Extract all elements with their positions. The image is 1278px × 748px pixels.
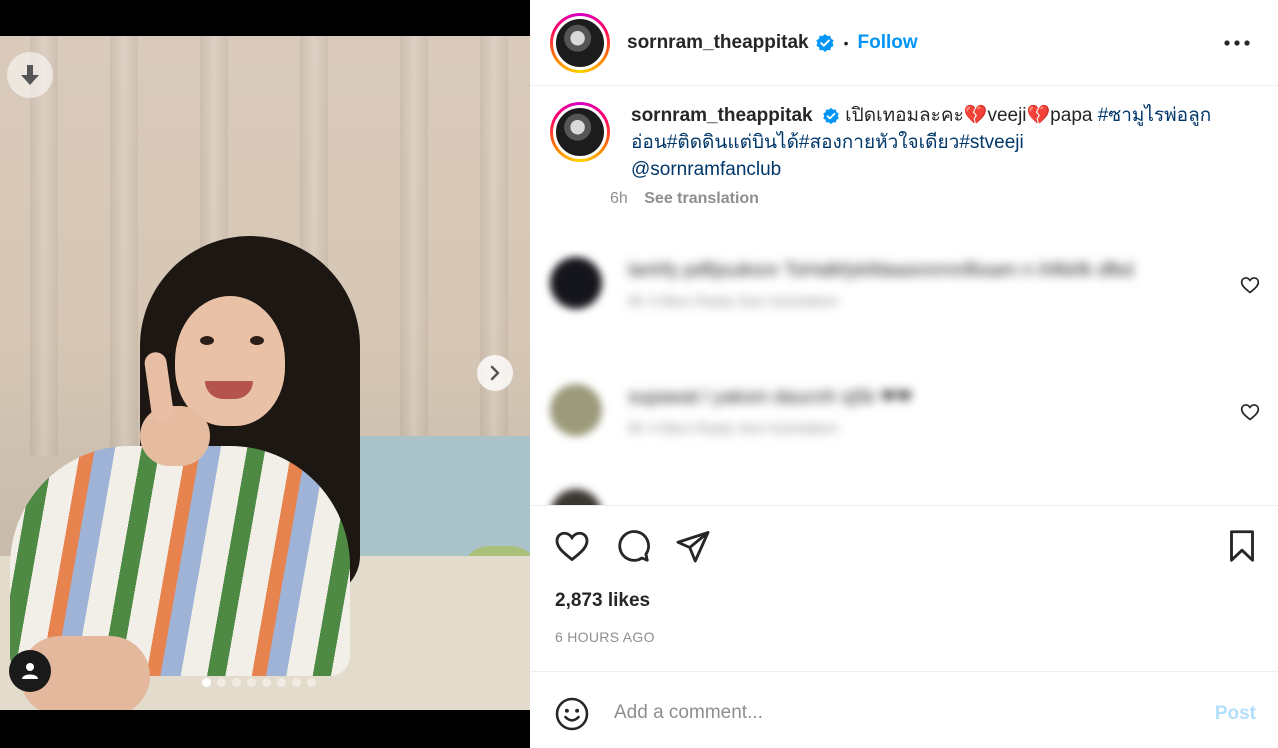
child-face <box>175 296 285 426</box>
carousel-dot <box>247 678 256 687</box>
separator-dot: • <box>843 34 849 51</box>
mention-link[interactable]: @sornramfanclub <box>631 159 781 180</box>
carousel-dot <box>202 678 211 687</box>
heart-icon[interactable] <box>1240 275 1260 295</box>
verified-badge-icon <box>815 33 835 53</box>
heart-icon[interactable] <box>1240 402 1260 422</box>
follow-button[interactable]: Follow <box>858 32 918 54</box>
download-icon <box>21 65 39 85</box>
carousel-dot <box>262 678 271 687</box>
heart-icon[interactable] <box>554 528 590 564</box>
comment-meta: 6h 3 likes Reply See translation <box>628 293 839 310</box>
chevron-right-icon <box>490 365 500 381</box>
post-actions <box>530 505 1278 585</box>
caption-body: เปิดเทอมละคะ💔veeji💔papa <box>839 105 1098 126</box>
caption-meta: 6h See translation <box>610 190 1231 208</box>
hashtag-link[interactable]: #stveeji <box>959 132 1023 153</box>
author-username[interactable]: sornram_theappitak <box>627 32 809 54</box>
more-options-button[interactable] <box>1224 30 1250 56</box>
verified-badge-icon <box>822 107 840 125</box>
carousel-dot <box>277 678 286 687</box>
add-comment-bar: Post <box>530 671 1278 748</box>
comment-item: supawat l yaksm daucnh sj5k ❤❤ 6h 4 like… <box>550 384 1260 437</box>
user-icon <box>22 663 38 679</box>
child-eye <box>200 336 214 345</box>
comment-input[interactable] <box>614 698 1174 728</box>
post-comment-button[interactable]: Post <box>1215 703 1256 725</box>
comment-text: supawat l yaksm daucnh sj5k ❤❤ <box>628 387 913 408</box>
tagged-users-button[interactable] <box>9 650 51 692</box>
caption-author-avatar[interactable] <box>550 102 610 162</box>
child-eye <box>250 336 264 345</box>
author-avatar[interactable] <box>550 12 610 73</box>
comment-icon[interactable] <box>615 528 651 564</box>
caption-text: sornram_theappitak เปิดเทอมละคะ💔veeji💔pa… <box>631 102 1231 183</box>
comment-item: lanhfy pdfijsuiksnr ToHalkfykifdaasnnrnn… <box>550 257 1260 310</box>
carousel-dot <box>307 678 316 687</box>
smiley-icon[interactable] <box>554 696 590 732</box>
carousel-indicator <box>202 678 316 687</box>
post-photo[interactable] <box>0 36 530 710</box>
carousel-dot <box>217 678 226 687</box>
commenter-avatar[interactable] <box>550 257 602 309</box>
comment-meta: 6h 4 likes Reply See translation <box>628 420 839 437</box>
comments-scroll-area[interactable]: sornram_theappitak เปิดเทอมละคะ💔veeji💔pa… <box>530 87 1278 505</box>
hashtag-link[interactable]: #ติดดินแต่บินได้ <box>667 132 799 153</box>
caption-username[interactable]: sornram_theappitak <box>631 105 813 126</box>
download-button[interactable] <box>7 52 53 98</box>
post-caption: sornram_theappitak เปิดเทอมละคะ💔veeji💔pa… <box>550 102 1231 208</box>
curtain-fold <box>480 36 508 456</box>
more-horizontal-icon <box>1224 40 1250 46</box>
comment-item-partial <box>550 489 1250 505</box>
hashtag-link[interactable]: #สองกายหัวใจเดียว <box>799 132 959 153</box>
see-translation-button[interactable]: See translation <box>644 190 759 207</box>
post-time: 6h <box>610 190 628 207</box>
child-hand <box>140 406 210 466</box>
carousel-next-button[interactable] <box>477 355 513 391</box>
post-media <box>0 0 530 748</box>
curtain-fold <box>110 36 138 456</box>
post-timestamp: 6 HOURS AGO <box>555 629 655 645</box>
curtain-fold <box>30 36 58 456</box>
carousel-dot <box>232 678 241 687</box>
curtain-fold <box>400 36 428 456</box>
post-details-panel: sornram_theappitak • Follow sornram_thea… <box>530 0 1278 748</box>
comment-text: lanhfy pdfijsuiksnr ToHalkfykifdaasnnrnn… <box>628 260 1134 281</box>
commenter-avatar[interactable] <box>550 384 602 436</box>
carousel-dot <box>292 678 301 687</box>
like-count[interactable]: 2,873 likes <box>555 590 650 612</box>
commenter-avatar[interactable] <box>550 489 602 505</box>
send-icon[interactable] <box>675 528 711 564</box>
post-header: sornram_theappitak • Follow <box>530 0 1278 86</box>
bookmark-icon[interactable] <box>1224 528 1260 564</box>
